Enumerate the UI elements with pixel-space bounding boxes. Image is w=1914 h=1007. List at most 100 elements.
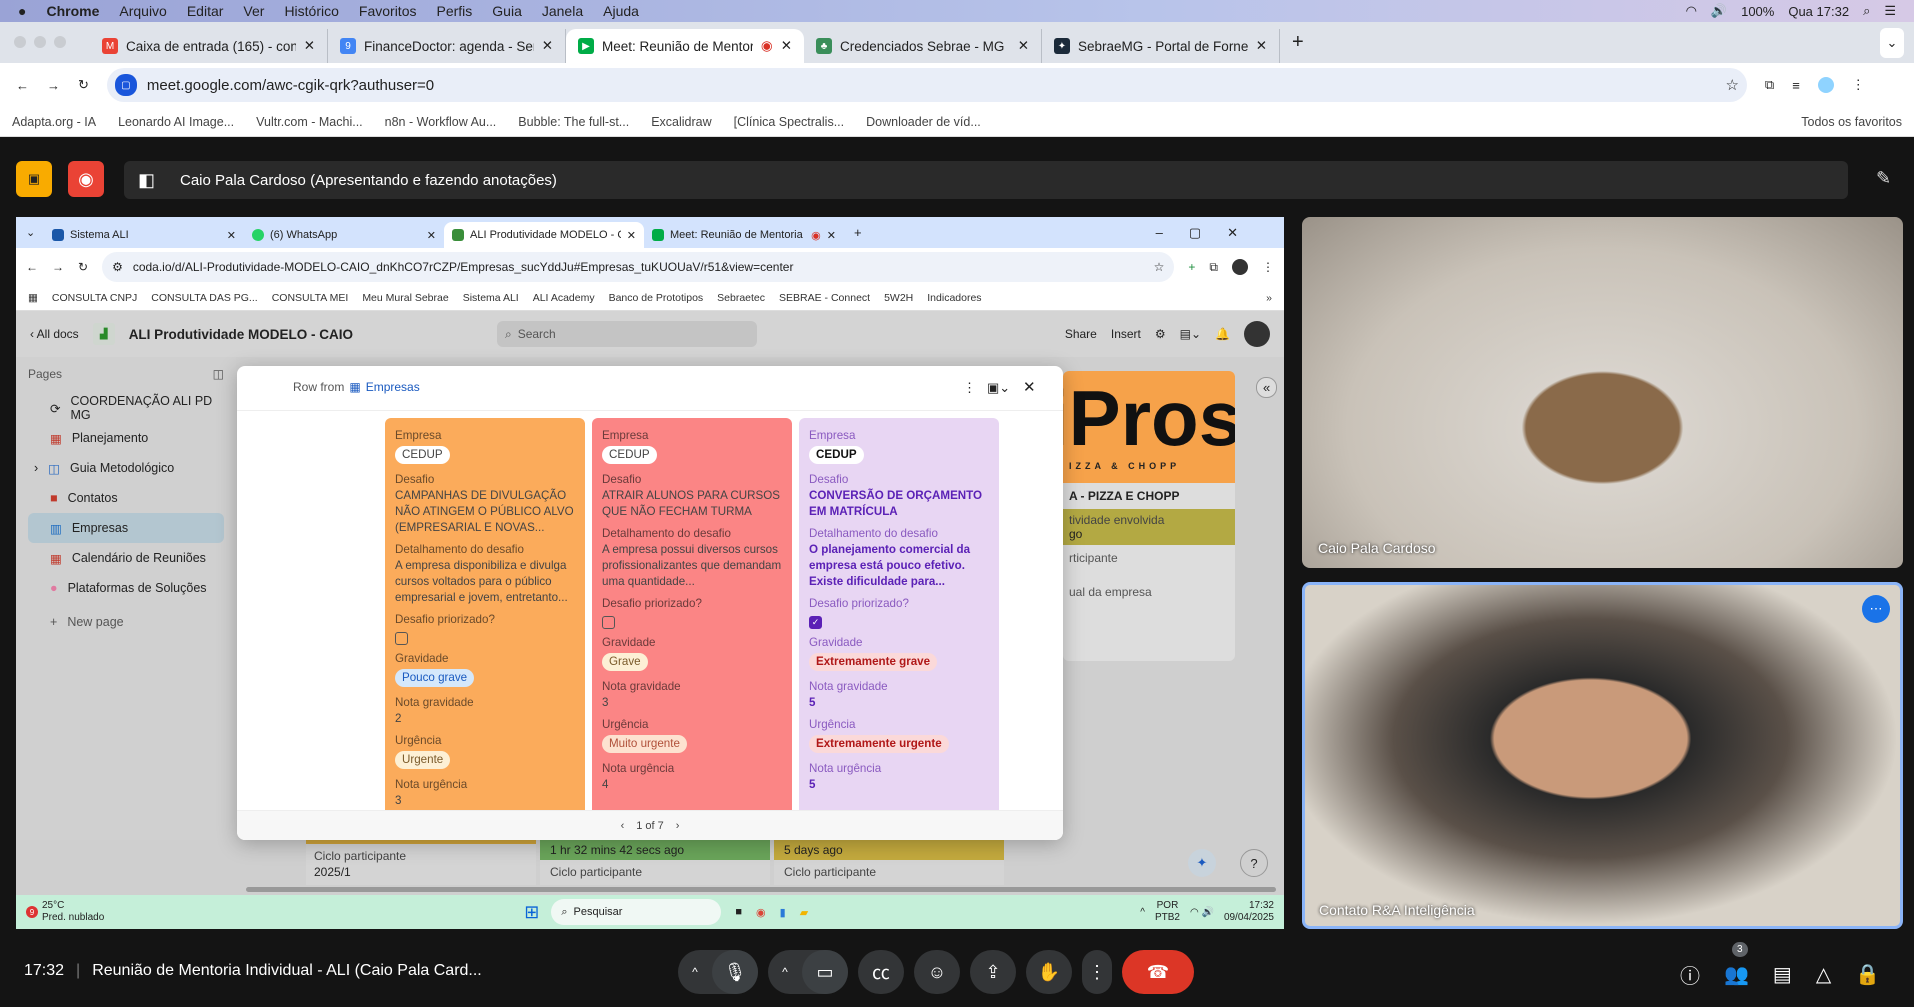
- menu-app[interactable]: Chrome: [46, 3, 99, 19]
- close-tab-icon[interactable]: ✕: [627, 229, 636, 242]
- chrome-menu-icon[interactable]: ⋮: [1852, 77, 1865, 93]
- extensions-icon[interactable]: ⧉: [1765, 77, 1774, 93]
- weather-widget[interactable]: 25°C Pred. nublado: [42, 900, 104, 924]
- leave-call-button[interactable]: ☎: [1122, 950, 1194, 994]
- network-volume-icons[interactable]: ◠ 🔊: [1190, 907, 1214, 918]
- reload-button[interactable]: ↻: [78, 260, 88, 274]
- menu-guia[interactable]: Guia: [492, 3, 522, 19]
- company-chip[interactable]: CEDUP: [809, 446, 864, 464]
- close-tab-icon[interactable]: ✕: [227, 229, 236, 242]
- back-button[interactable]: ←: [16, 78, 29, 93]
- close-tab-icon[interactable]: ✕: [304, 38, 315, 54]
- tab-list-button[interactable]: ⌄: [26, 226, 44, 239]
- ai-sparkle-button[interactable]: ✦: [1188, 849, 1216, 877]
- stop-presenting-button[interactable]: ▣: [16, 161, 52, 197]
- camera-button[interactable]: ▭: [802, 950, 848, 994]
- challenge-card[interactable]: Empresa CEDUP Desafio CONVERSÃO DE ORÇAMEN…: [799, 418, 999, 818]
- explorer-taskbar-icon[interactable]: ▰: [800, 906, 808, 919]
- urgencia-chip[interactable]: Urgente: [395, 751, 451, 769]
- apps-icon[interactable]: ▦: [28, 292, 38, 304]
- sidebar-item-contatos[interactable]: ■ Contatos: [28, 483, 224, 513]
- audio-settings-button[interactable]: ^: [678, 965, 712, 979]
- meeting-info-icon[interactable]: ⓘ: [1680, 960, 1700, 989]
- recording-button[interactable]: ◉: [68, 161, 104, 197]
- expand-panel-icon[interactable]: «: [1256, 377, 1278, 398]
- priorizado-checkbox[interactable]: [602, 616, 615, 629]
- annotate-pen-icon[interactable]: ✎: [1876, 168, 1891, 189]
- priorizado-checkbox[interactable]: [395, 632, 408, 645]
- chrome-taskbar-icon[interactable]: ◉: [756, 906, 766, 919]
- collapse-sidebar-icon[interactable]: ◫: [213, 367, 224, 381]
- chrome-menu-icon[interactable]: ⋮: [1262, 260, 1274, 274]
- company-chip[interactable]: CEDUP: [395, 446, 450, 464]
- profile-avatar[interactable]: [1817, 77, 1834, 93]
- participant-video-contato[interactable]: ⋯ Contato R&A Inteligência: [1302, 582, 1903, 929]
- sidebar-item-coordenacao[interactable]: ⟳ COORDENAÇÃO ALI PD MG: [28, 393, 224, 423]
- more-options-button[interactable]: ⋮: [1082, 950, 1112, 994]
- close-tab-icon[interactable]: ✕: [1256, 38, 1267, 54]
- clock[interactable]: Qua 17:32: [1788, 4, 1849, 19]
- new-tab-button[interactable]: +: [1292, 31, 1304, 54]
- host-controls-icon[interactable]: 🔒: [1855, 962, 1880, 987]
- tray-chevron-icon[interactable]: ^: [1140, 907, 1145, 918]
- menu-ajuda[interactable]: Ajuda: [603, 3, 639, 19]
- site-settings-icon[interactable]: ⚙: [112, 260, 123, 274]
- close-window-button[interactable]: [14, 36, 26, 48]
- menu-arquivo[interactable]: Arquivo: [119, 3, 166, 19]
- bookmark-downloader[interactable]: Downloader de víd...: [866, 115, 981, 129]
- insert-button[interactable]: Insert: [1111, 327, 1141, 341]
- inner-tab-whatsapp[interactable]: (6) WhatsApp ✕: [244, 222, 444, 248]
- menu-editar[interactable]: Editar: [187, 3, 224, 19]
- challenge-card[interactable]: Empresa CEDUP Desafio CAMPANHAS DE DIVULGA…: [385, 418, 585, 818]
- site-info-icon[interactable]: ▢: [114, 74, 137, 96]
- people-icon[interactable]: 👥 3: [1724, 942, 1749, 987]
- search-icon[interactable]: ⌕: [1863, 3, 1870, 19]
- bookmark-item[interactable]: CONSULTA CNPJ: [52, 292, 137, 304]
- bookmark-item[interactable]: CONSULTA DAS PG...: [151, 292, 257, 304]
- forward-button[interactable]: →: [52, 260, 64, 274]
- close-tab-icon[interactable]: ✕: [1018, 38, 1029, 54]
- participant-video-caio[interactable]: Caio Pala Cardoso: [1302, 217, 1903, 568]
- bookmark-n8n[interactable]: n8n - Workflow Au...: [385, 115, 497, 129]
- inner-tab-sistema-ali[interactable]: Sistema ALI ✕: [44, 222, 244, 248]
- raise-hand-button[interactable]: ✋: [1026, 950, 1072, 994]
- close-tab-icon[interactable]: ✕: [827, 229, 836, 242]
- zoom-window-button[interactable]: [54, 36, 66, 48]
- sidebar-item-guia[interactable]: › ◫ Guia Metodológico: [28, 453, 224, 483]
- user-avatar[interactable]: [1244, 321, 1270, 347]
- menu-favoritos[interactable]: Favoritos: [359, 3, 417, 19]
- windows-start-icon[interactable]: ⊞: [524, 902, 539, 923]
- bookmark-item[interactable]: Meu Mural Sebrae: [362, 292, 448, 304]
- sidebar-item-calendario[interactable]: ▦ Calendário de Reuniões: [28, 543, 224, 573]
- battery-text[interactable]: 100%: [1741, 4, 1774, 19]
- more-options-icon[interactable]: ⋮: [963, 380, 976, 396]
- media-icon[interactable]: ≡: [1792, 78, 1800, 93]
- settings-icon[interactable]: ⚙: [1155, 327, 1166, 341]
- volume-icon[interactable]: 🔊: [1711, 3, 1727, 19]
- new-page-button[interactable]: + New page: [28, 607, 224, 637]
- bookmark-item[interactable]: ALI Academy: [533, 292, 595, 304]
- menu-janela[interactable]: Janela: [542, 3, 583, 19]
- bookmark-item[interactable]: Banco de Prototipos: [609, 292, 704, 304]
- url-field[interactable]: ▢ meet.google.com/awc-cgik-qrk?authuser=…: [106, 68, 1747, 102]
- gravidade-chip[interactable]: Extremamente grave: [809, 653, 938, 671]
- challenge-card[interactable]: Empresa CEDUP Desafio ATRAIR ALUNOS PARA C…: [592, 418, 792, 818]
- bookmark-bubble[interactable]: Bubble: The full-st...: [518, 115, 629, 129]
- participant-options-icon[interactable]: ⋯: [1862, 595, 1890, 623]
- language-indicator[interactable]: POR PTB2: [1155, 900, 1180, 924]
- new-tab-button[interactable]: +: [854, 225, 862, 240]
- activities-icon[interactable]: △: [1816, 962, 1831, 987]
- sidebar-item-planejamento[interactable]: ▦ Planejamento: [28, 423, 224, 453]
- search-input[interactable]: ⌕ Search: [496, 321, 757, 347]
- tab-meet[interactable]: ▶ Meet: Reunião de Mentori ◉ ✕: [566, 29, 804, 63]
- inner-url-field[interactable]: ⚙ coda.io/d/ALI-Produtividade-MODELO-CAIO…: [102, 252, 1175, 282]
- bookmark-item[interactable]: Sistema ALI: [463, 292, 519, 304]
- bookmark-item[interactable]: Indicadores: [927, 292, 981, 304]
- close-tab-icon[interactable]: ✕: [427, 229, 436, 242]
- extension-plus-icon[interactable]: +: [1188, 260, 1195, 274]
- task-view-icon[interactable]: ■: [735, 906, 742, 918]
- taskbar-clock[interactable]: 17:32 09/04/2025: [1224, 900, 1274, 924]
- bookmark-clinica[interactable]: [Clínica Spectralis...: [734, 115, 844, 129]
- close-tab-icon[interactable]: ✕: [781, 38, 792, 54]
- inner-tab-coda[interactable]: ALI Produtividade MODELO - C ✕: [444, 222, 644, 248]
